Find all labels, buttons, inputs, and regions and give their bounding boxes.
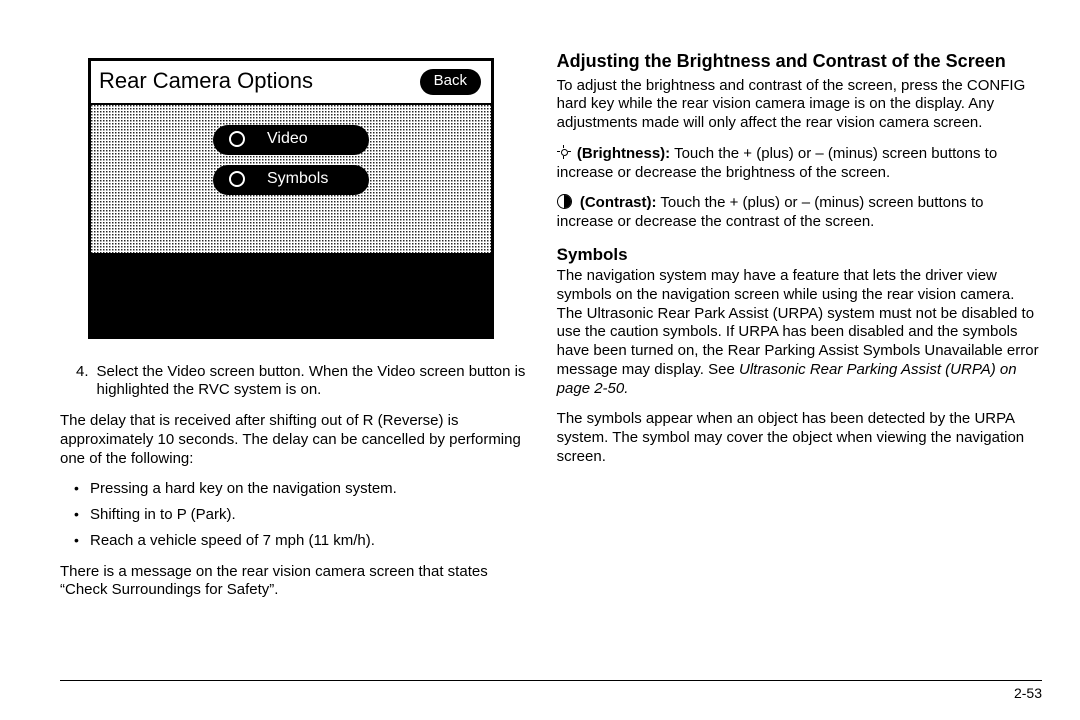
device-title: Rear Camera Options [91,61,420,103]
heading-symbols: Symbols [557,244,1042,265]
brightness-label: (Brightness): [577,145,670,162]
brightness-intro: To adjust the brightness and contrast of… [557,77,1042,133]
option-label: Video [263,129,359,149]
device-screenshot: Rear Camera Options Back Video Symbols [88,58,494,339]
list-item: Shifting in to P (Park). [90,506,527,525]
safety-message-paragraph: There is a message on the rear vision ca… [60,563,527,601]
device-options-area: Video Symbols [91,105,491,253]
right-column: Adjusting the Brightness and Contrast of… [557,50,1042,674]
delay-paragraph: The delay that is received after shiftin… [60,412,527,468]
step-4: 4. Select the Video screen button. When … [76,363,527,401]
symbols-paragraph-1: The navigation system may have a feature… [557,267,1042,398]
manual-page: Rear Camera Options Back Video Symbols [0,0,1080,720]
two-column-layout: Rear Camera Options Back Video Symbols [60,50,1042,674]
symbols-paragraph-2: The symbols appear when an object has be… [557,410,1042,466]
brightness-item: (Brightness): Touch the + (plus) or – (m… [557,145,1042,183]
radio-icon [229,131,245,147]
contrast-icon [557,194,572,209]
heading-brightness-contrast: Adjusting the Brightness and Contrast of… [557,50,1042,73]
step-text: Select the Video screen button. When the… [97,363,527,401]
left-column: Rear Camera Options Back Video Symbols [60,50,527,674]
list-item: Pressing a hard key on the navigation sy… [90,480,527,499]
device-title-bar: Rear Camera Options Back [91,61,491,105]
radio-icon [229,171,245,187]
video-option-button[interactable]: Video [213,125,369,155]
contrast-item: (Contrast): Touch the + (plus) or – (min… [557,194,1042,232]
device-inner: Rear Camera Options Back Video Symbols [91,61,491,336]
brightness-icon [557,145,571,159]
page-number: 2-53 [1014,685,1042,701]
cancel-delay-list: Pressing a hard key on the navigation sy… [60,480,527,550]
step-number: 4. [76,363,89,401]
page-footer: 2-53 [60,680,1042,703]
contrast-label: (Contrast): [580,194,657,211]
symbols-option-button[interactable]: Symbols [213,165,369,195]
back-button[interactable]: Back [420,69,481,95]
device-bottom-bar [91,253,491,336]
option-label: Symbols [263,169,359,189]
list-item: Reach a vehicle speed of 7 mph (11 km/h)… [90,532,527,551]
